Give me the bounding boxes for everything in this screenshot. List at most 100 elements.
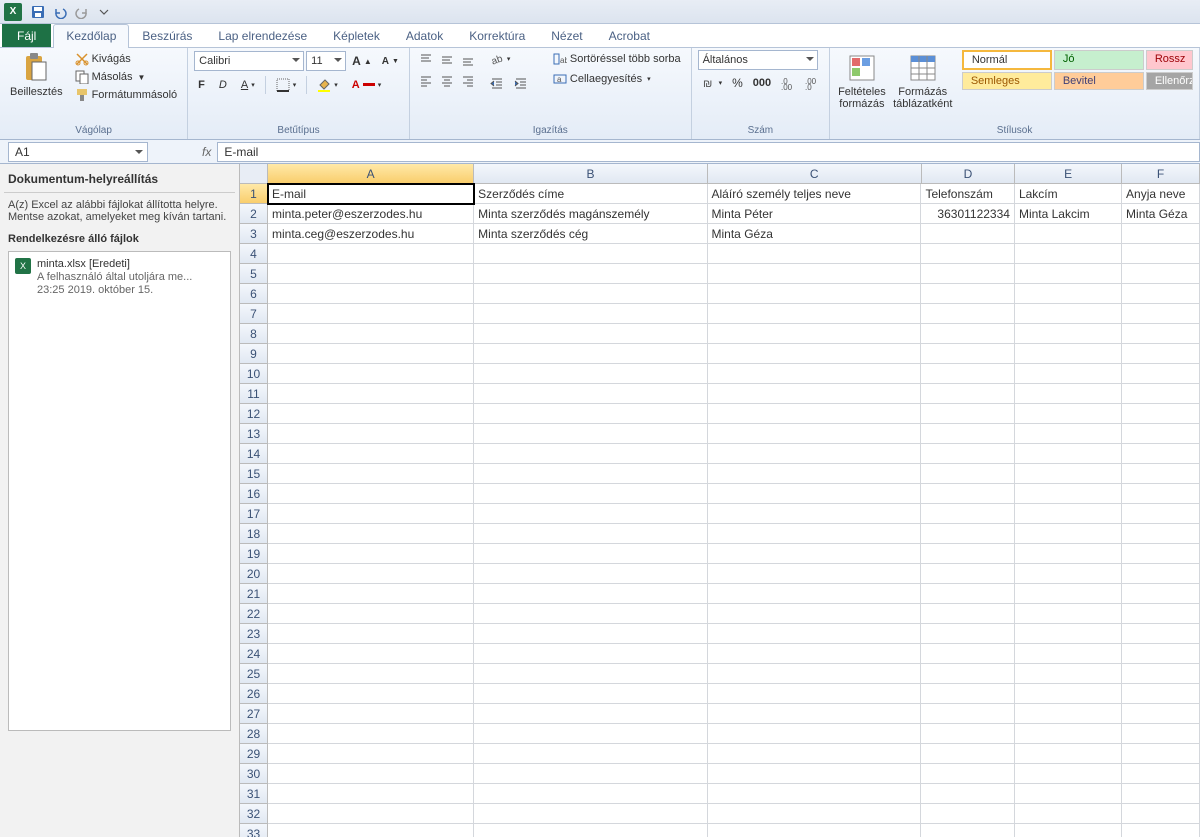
cell[interactable] [474, 824, 707, 837]
cell[interactable] [1015, 444, 1122, 464]
cell[interactable]: Minta Péter [708, 204, 922, 224]
fill-color-button[interactable]: ▾ [313, 76, 342, 94]
cell[interactable] [1122, 444, 1200, 464]
cell[interactable] [474, 244, 707, 264]
cell[interactable]: Minta Lakcim [1015, 204, 1122, 224]
row-header[interactable]: 16 [240, 484, 268, 504]
cell[interactable] [268, 564, 474, 584]
tab-beszúrás[interactable]: Beszúrás [129, 24, 205, 47]
cell[interactable] [268, 644, 474, 664]
tab-nézet[interactable]: Nézet [538, 24, 595, 47]
cell-style-normal[interactable]: Normál [962, 50, 1052, 70]
cell[interactable] [1122, 244, 1200, 264]
cell[interactable] [921, 464, 1015, 484]
cell[interactable] [1015, 824, 1122, 837]
cell[interactable] [1122, 224, 1200, 244]
cell[interactable]: Telefonszám [921, 184, 1015, 204]
comma-button[interactable]: 000 [749, 75, 775, 91]
align-top-button[interactable] [416, 50, 436, 70]
cell[interactable] [1122, 644, 1200, 664]
cell[interactable] [1122, 564, 1200, 584]
cell[interactable] [268, 604, 474, 624]
cell[interactable] [1015, 384, 1122, 404]
row-header[interactable]: 14 [240, 444, 268, 464]
cell[interactable] [1015, 524, 1122, 544]
row-header[interactable]: 1 [240, 184, 268, 204]
cell[interactable] [921, 344, 1015, 364]
cell[interactable] [1122, 764, 1200, 784]
cell[interactable] [1122, 544, 1200, 564]
cell[interactable] [1015, 724, 1122, 744]
cell[interactable] [708, 744, 922, 764]
cell[interactable] [474, 804, 707, 824]
cell[interactable] [708, 324, 922, 344]
cell[interactable] [268, 684, 474, 704]
cell[interactable] [1015, 484, 1122, 504]
cell[interactable] [921, 384, 1015, 404]
cell[interactable] [1122, 464, 1200, 484]
cell[interactable] [474, 524, 707, 544]
cell[interactable] [474, 764, 707, 784]
row-header[interactable]: 19 [240, 544, 268, 564]
cell[interactable] [474, 264, 707, 284]
cell[interactable] [474, 564, 707, 584]
select-all-corner[interactable] [240, 164, 268, 184]
cell[interactable] [474, 284, 707, 304]
cell[interactable] [708, 604, 922, 624]
cell[interactable] [708, 284, 922, 304]
cell[interactable] [1015, 744, 1122, 764]
cell[interactable] [1015, 244, 1122, 264]
cell[interactable] [1015, 624, 1122, 644]
cell[interactable] [474, 364, 707, 384]
cell[interactable] [708, 264, 922, 284]
cell[interactable] [1122, 404, 1200, 424]
font-name-dropdown[interactable]: Calibri [194, 51, 304, 71]
cell[interactable] [708, 784, 922, 804]
cell[interactable] [1122, 584, 1200, 604]
cell[interactable] [921, 624, 1015, 644]
cell[interactable] [1122, 524, 1200, 544]
cell[interactable] [474, 724, 707, 744]
cell[interactable]: Minta Géza [1122, 204, 1200, 224]
cell[interactable] [1122, 804, 1200, 824]
cell[interactable] [1015, 404, 1122, 424]
cell[interactable] [268, 364, 474, 384]
row-header[interactable]: 4 [240, 244, 268, 264]
cell[interactable] [1015, 664, 1122, 684]
save-button[interactable] [28, 2, 48, 22]
tab-korrektúra[interactable]: Korrektúra [456, 24, 538, 47]
cell[interactable] [708, 704, 922, 724]
cell[interactable]: Lakcím [1015, 184, 1122, 204]
cell[interactable]: minta.ceg@eszerzodes.hu [268, 224, 474, 244]
conditional-formatting-button[interactable]: Feltételes formázás [836, 50, 888, 112]
cell[interactable] [1122, 824, 1200, 837]
align-middle-button[interactable] [437, 50, 457, 70]
border-button[interactable]: ▾ [272, 76, 301, 94]
cell[interactable] [921, 704, 1015, 724]
cell[interactable] [921, 744, 1015, 764]
cell[interactable] [1122, 284, 1200, 304]
row-header[interactable]: 18 [240, 524, 268, 544]
cell[interactable] [708, 304, 922, 324]
merge-cells-button[interactable]: a Cellaegyesítés▾ [549, 70, 685, 88]
cell[interactable] [268, 584, 474, 604]
font-color-button[interactable]: A▾ [348, 77, 385, 93]
row-header[interactable]: 25 [240, 664, 268, 684]
cell[interactable] [921, 764, 1015, 784]
spreadsheet-grid[interactable]: ABCDEF 123456789101112131415161718192021… [240, 164, 1200, 837]
row-header[interactable]: 9 [240, 344, 268, 364]
cell[interactable] [708, 484, 922, 504]
cell[interactable] [921, 404, 1015, 424]
cell[interactable] [474, 344, 707, 364]
format-painter-button[interactable]: Formátummásoló [71, 86, 182, 104]
cell-style-input[interactable]: Bevitel [1054, 72, 1144, 90]
cell-style-good[interactable]: Jó [1054, 50, 1144, 70]
cell[interactable] [474, 324, 707, 344]
bold-button[interactable]: F [194, 77, 209, 93]
cell[interactable] [474, 444, 707, 464]
cell[interactable] [1015, 224, 1122, 244]
cell[interactable] [1015, 584, 1122, 604]
cut-button[interactable]: Kivágás [71, 50, 182, 68]
cell[interactable] [708, 764, 922, 784]
cell[interactable] [268, 764, 474, 784]
